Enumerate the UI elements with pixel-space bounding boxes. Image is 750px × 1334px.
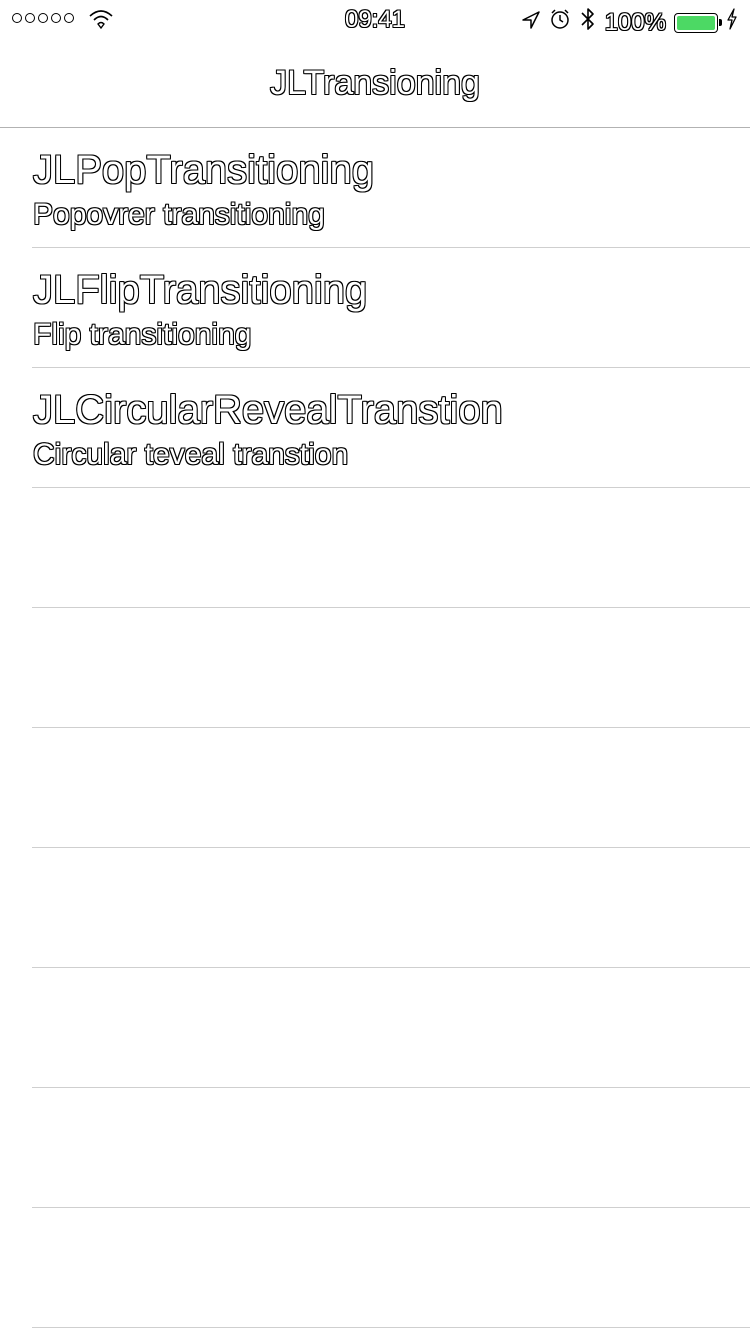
page-title: JLTransioning [270, 64, 480, 102]
battery-percentage: 100% [604, 8, 666, 36]
list-item-flip-transitioning[interactable]: JLFlipTransitioning Flip transitioning [0, 248, 750, 368]
list-item-pop-transitioning[interactable]: JLPopTransitioning Popovrer transitionin… [0, 128, 750, 248]
battery-icon [674, 12, 722, 33]
status-bar: 09:41 100% [0, 0, 750, 40]
list-item-subtitle: Flip transitioning [33, 318, 252, 351]
list-item-title: JLPopTransitioning [33, 148, 374, 192]
list-item-title: JLCircularRevealTranstion [33, 388, 503, 432]
status-right-group: 100% [521, 6, 738, 39]
list-item-subtitle: Circular teveal transtion [33, 438, 349, 471]
list-item-title: JLFlipTransitioning [33, 268, 368, 312]
empty-list-row [0, 1088, 750, 1208]
list-item-circular-reveal-transition[interactable]: JLCircularRevealTranstion Circular tevea… [0, 368, 750, 488]
empty-list-row [0, 728, 750, 848]
charging-bolt-icon [726, 8, 738, 37]
empty-rows [0, 488, 750, 1328]
empty-list-row [0, 848, 750, 968]
empty-list-row [0, 1208, 750, 1328]
bluetooth-icon [579, 6, 597, 39]
app-screen: 09:41 100% JLTransioning JLPopTransition… [0, 0, 750, 1334]
alarm-clock-icon [549, 8, 571, 37]
battery-level-fill [677, 15, 715, 30]
location-arrow-icon [521, 9, 541, 37]
empty-list-row [0, 608, 750, 728]
empty-list-row [0, 968, 750, 1088]
navigation-bar: JLTransioning [0, 40, 750, 128]
list-item-subtitle: Popovrer transitioning [33, 198, 325, 231]
transition-list: JLPopTransitioning Popovrer transitionin… [0, 128, 750, 1328]
empty-list-row [0, 488, 750, 608]
